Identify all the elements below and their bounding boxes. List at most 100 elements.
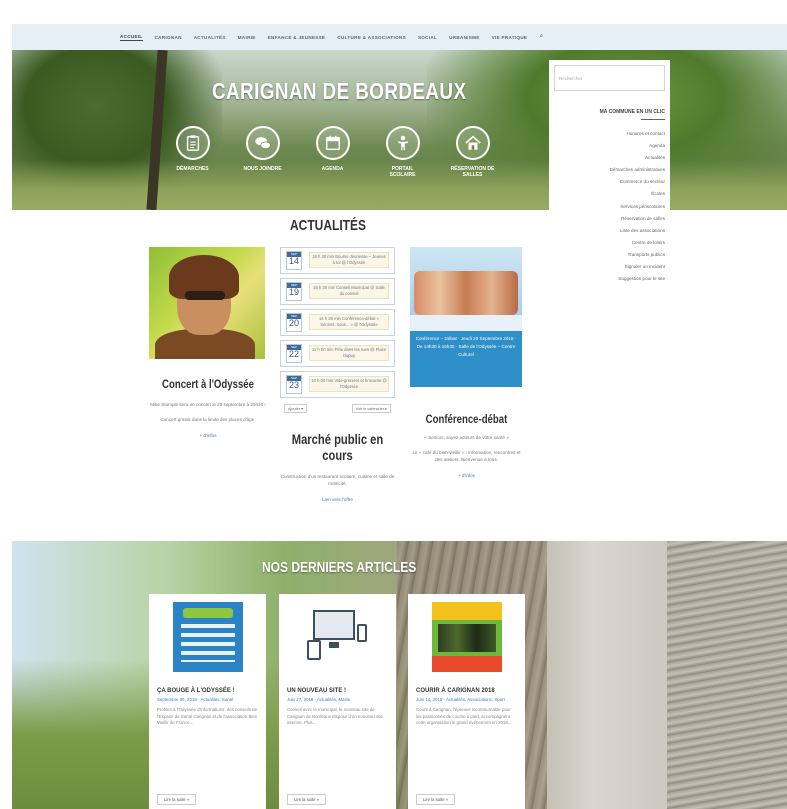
concert-title[interactable]: Concert à l'Odyssée: [161, 377, 255, 391]
poster-text: Conférence – Débat · Jeudi 20 Septembre …: [415, 336, 517, 357]
article-meta[interactable]: Septembre 06, 2018 · Actualités, Santé: [157, 697, 258, 703]
shortcut-demarches[interactable]: Démarches: [170, 126, 215, 178]
articles-background-wood-right: [667, 541, 787, 809]
nav-item-actualites[interactable]: Actualités: [194, 35, 226, 40]
event-date: SEP 14: [286, 251, 302, 270]
conference-title[interactable]: Conférence-débat: [421, 412, 511, 426]
event-text: 18 h 30 min Conseil Municipal @ Salle du…: [309, 283, 389, 299]
nav-item-vie-pratique[interactable]: Vie pratique: [492, 35, 528, 40]
conference-more-link[interactable]: + d'infos: [410, 473, 523, 478]
sidebar-link-actualites[interactable]: Actualités: [554, 152, 665, 164]
add-event-button[interactable]: Ajouter ▾: [284, 404, 307, 413]
child-icon: [385, 126, 420, 160]
house-icon: [455, 126, 490, 160]
nav-item-enfance-jeunesse[interactable]: Enfance & Jeunesse: [268, 35, 326, 40]
shortcut-nous-joindre[interactable]: Nous joindre: [240, 126, 285, 178]
nav-item-social[interactable]: Social: [418, 35, 437, 40]
sidebar-heading: Ma commune en un clic: [599, 109, 665, 115]
sidebar-link-periscolaires[interactable]: Services périscolaires: [554, 201, 665, 213]
nav-item-accueil[interactable]: Accueil: [120, 34, 143, 41]
hero-banner: CARIGNAN DE BORDEAUX Démarches Nous join…: [12, 50, 787, 210]
sidebar-link-suggestion[interactable]: Suggestion pour le site: [554, 273, 665, 285]
latest-articles-section: NOS DERNIERS ARTICLES Ça bouge à l'Odyss…: [12, 541, 787, 809]
event-text: 10 h 00 min Vide-greniers et brocante @ …: [309, 376, 389, 392]
marche-link[interactable]: Lien vers l'offre: [280, 497, 395, 502]
event-date: SEP 23: [286, 375, 302, 394]
article-meta[interactable]: Juin 14, 2018 · Actualités, Associations…: [416, 697, 517, 703]
sidebar: Rechercher Ma commune en un clic Horaire…: [549, 60, 670, 370]
event-text: 14 h 30 min Conférence-débat « Seniors, …: [309, 314, 389, 330]
shortcut-label: Portail scolaire: [389, 166, 416, 178]
nav-item-urbanisme[interactable]: Urbanisme: [449, 35, 480, 40]
articles-heading: NOS DERNIERS ARTICLES: [262, 559, 417, 576]
sidebar-divider: [641, 119, 665, 120]
sidebar-link-ecoles[interactable]: Écoles: [554, 188, 665, 200]
site-title[interactable]: CARIGNAN DE BORDEAUX: [212, 78, 466, 105]
calendar-controls: Ajouter ▾ Voir le calendrier ▸: [280, 402, 395, 415]
event-item[interactable]: SEP 22 11 h 00 min Fête dans les rues @ P…: [280, 340, 395, 367]
marche-title[interactable]: Marché public en cours: [292, 431, 384, 463]
concert-text: Mike Stumple sera en concert le 29 septe…: [150, 402, 266, 407]
sidebar-link-loisirs[interactable]: Centre de loisirs: [554, 237, 665, 249]
conference-poster[interactable]: Conférence – Débat · Jeudi 20 Septembre …: [410, 247, 522, 400]
article-meta[interactable]: Juin 27, 2018 · Actualités, Mairie: [287, 697, 388, 703]
event-text: 18 h 30 min Bourse Jeunesse – Jeunes à t…: [309, 252, 389, 268]
chat-bubbles-icon: [245, 126, 280, 160]
read-more-button[interactable]: Lire la suite »: [416, 794, 455, 805]
event-item[interactable]: SEP 20 14 h 30 min Conférence-débat « Sen…: [280, 309, 395, 336]
article-title[interactable]: Ça bouge à l'Odyssée !: [157, 688, 258, 694]
article-title[interactable]: Un nouveau site !: [287, 688, 388, 694]
event-date: SEP 22: [286, 344, 302, 363]
shortcut-label: Réservation de salles: [450, 166, 495, 178]
main-navigation: Accueil Carignan Actualités Mairie Enfan…: [12, 24, 787, 50]
shortcut-label: Agenda: [321, 166, 344, 172]
article-excerpt: Conseil avec le municipal, le nouveau si…: [287, 707, 383, 725]
conference-subtitle: « Seniors, soyez acteurs de votre santé …: [424, 435, 509, 440]
marche-text: Construction d'un restaurant scolaire, c…: [280, 474, 395, 486]
article-thumbnail[interactable]: [431, 602, 502, 672]
article-card: Un nouveau site ! Juin 27, 2018 · Actual…: [279, 594, 396, 809]
event-item[interactable]: SEP 14 18 h 30 min Bourse Jeunesse – Jeun…: [280, 247, 395, 274]
event-item[interactable]: SEP 19 18 h 30 min Conseil Municipal @ Sa…: [280, 278, 395, 305]
conference-text: Le « café du bien-vieillir » : informati…: [412, 450, 521, 462]
clipboard-icon: [175, 126, 210, 160]
article-card: Courir à Carignan 2018 Juin 14, 2018 · A…: [408, 594, 525, 809]
event-date: SEP 20: [286, 313, 302, 332]
concert-more-link[interactable]: + d'infos: [149, 433, 267, 438]
sidebar-link-reservation[interactable]: Réservation de salles: [554, 213, 665, 225]
shortcut-label: Nous joindre: [243, 166, 282, 172]
actualites-heading: ACTUALITÉS: [290, 217, 366, 234]
nav-item-culture-associations[interactable]: Culture & Associations: [337, 35, 406, 40]
conference-card: Conférence – Débat · Jeudi 20 Septembre …: [410, 247, 523, 478]
event-item[interactable]: SEP 23 10 h 00 min Vide-greniers et broca…: [280, 371, 395, 398]
event-text: 11 h 00 min Fête dans les rues @ Place D…: [309, 345, 389, 361]
view-calendar-button[interactable]: Voir le calendrier ▸: [351, 404, 391, 413]
article-title[interactable]: Courir à Carignan 2018: [416, 688, 517, 694]
read-more-button[interactable]: Lire la suite »: [157, 794, 196, 805]
article-thumbnail[interactable]: [302, 602, 373, 672]
shortcut-agenda[interactable]: Agenda: [310, 126, 355, 178]
read-more-button[interactable]: Lire la suite »: [287, 794, 326, 805]
article-thumbnail[interactable]: [172, 602, 243, 672]
agenda-widget: SEP 14 18 h 30 min Bourse Jeunesse – Jeun…: [280, 247, 395, 502]
article-excerpt: Profitez à l'Odyssée d'informations, des…: [157, 707, 258, 725]
sidebar-link-commerce[interactable]: Commerce du secteur: [554, 176, 665, 188]
sidebar-link-transports[interactable]: Transports publics: [554, 249, 665, 261]
nav-item-mairie[interactable]: Mairie: [238, 35, 256, 40]
article-excerpt: Courir à Carignan, l'épreuve incontourna…: [416, 707, 512, 725]
sidebar-link-associations[interactable]: Liste des associations: [554, 225, 665, 237]
nav-item-carignan[interactable]: Carignan: [155, 35, 182, 40]
concert-image[interactable]: [149, 247, 265, 359]
sidebar-search-input[interactable]: Rechercher: [554, 65, 665, 91]
concert-text-secondary: Concert gratuit dans la limite des place…: [160, 417, 256, 422]
shortcut-label: Démarches: [176, 166, 209, 172]
sidebar-link-horaires[interactable]: Horaires et contact: [554, 128, 665, 140]
shortcut-reservation-salles[interactable]: Réservation de salles: [450, 126, 495, 178]
sidebar-link-demarches[interactable]: Démarches administratives: [554, 164, 665, 176]
sidebar-link-agenda[interactable]: Agenda: [554, 140, 665, 152]
search-icon[interactable]: ⌕: [539, 33, 543, 41]
shortcut-portail-scolaire[interactable]: Portail scolaire: [380, 126, 425, 178]
quick-shortcuts: Démarches Nous joindre Agenda Portail sc…: [170, 126, 495, 178]
concert-card: Concert à l'Odyssée Mike Stumple sera en…: [149, 247, 267, 438]
sidebar-link-incident[interactable]: Signaler un incident: [554, 261, 665, 273]
